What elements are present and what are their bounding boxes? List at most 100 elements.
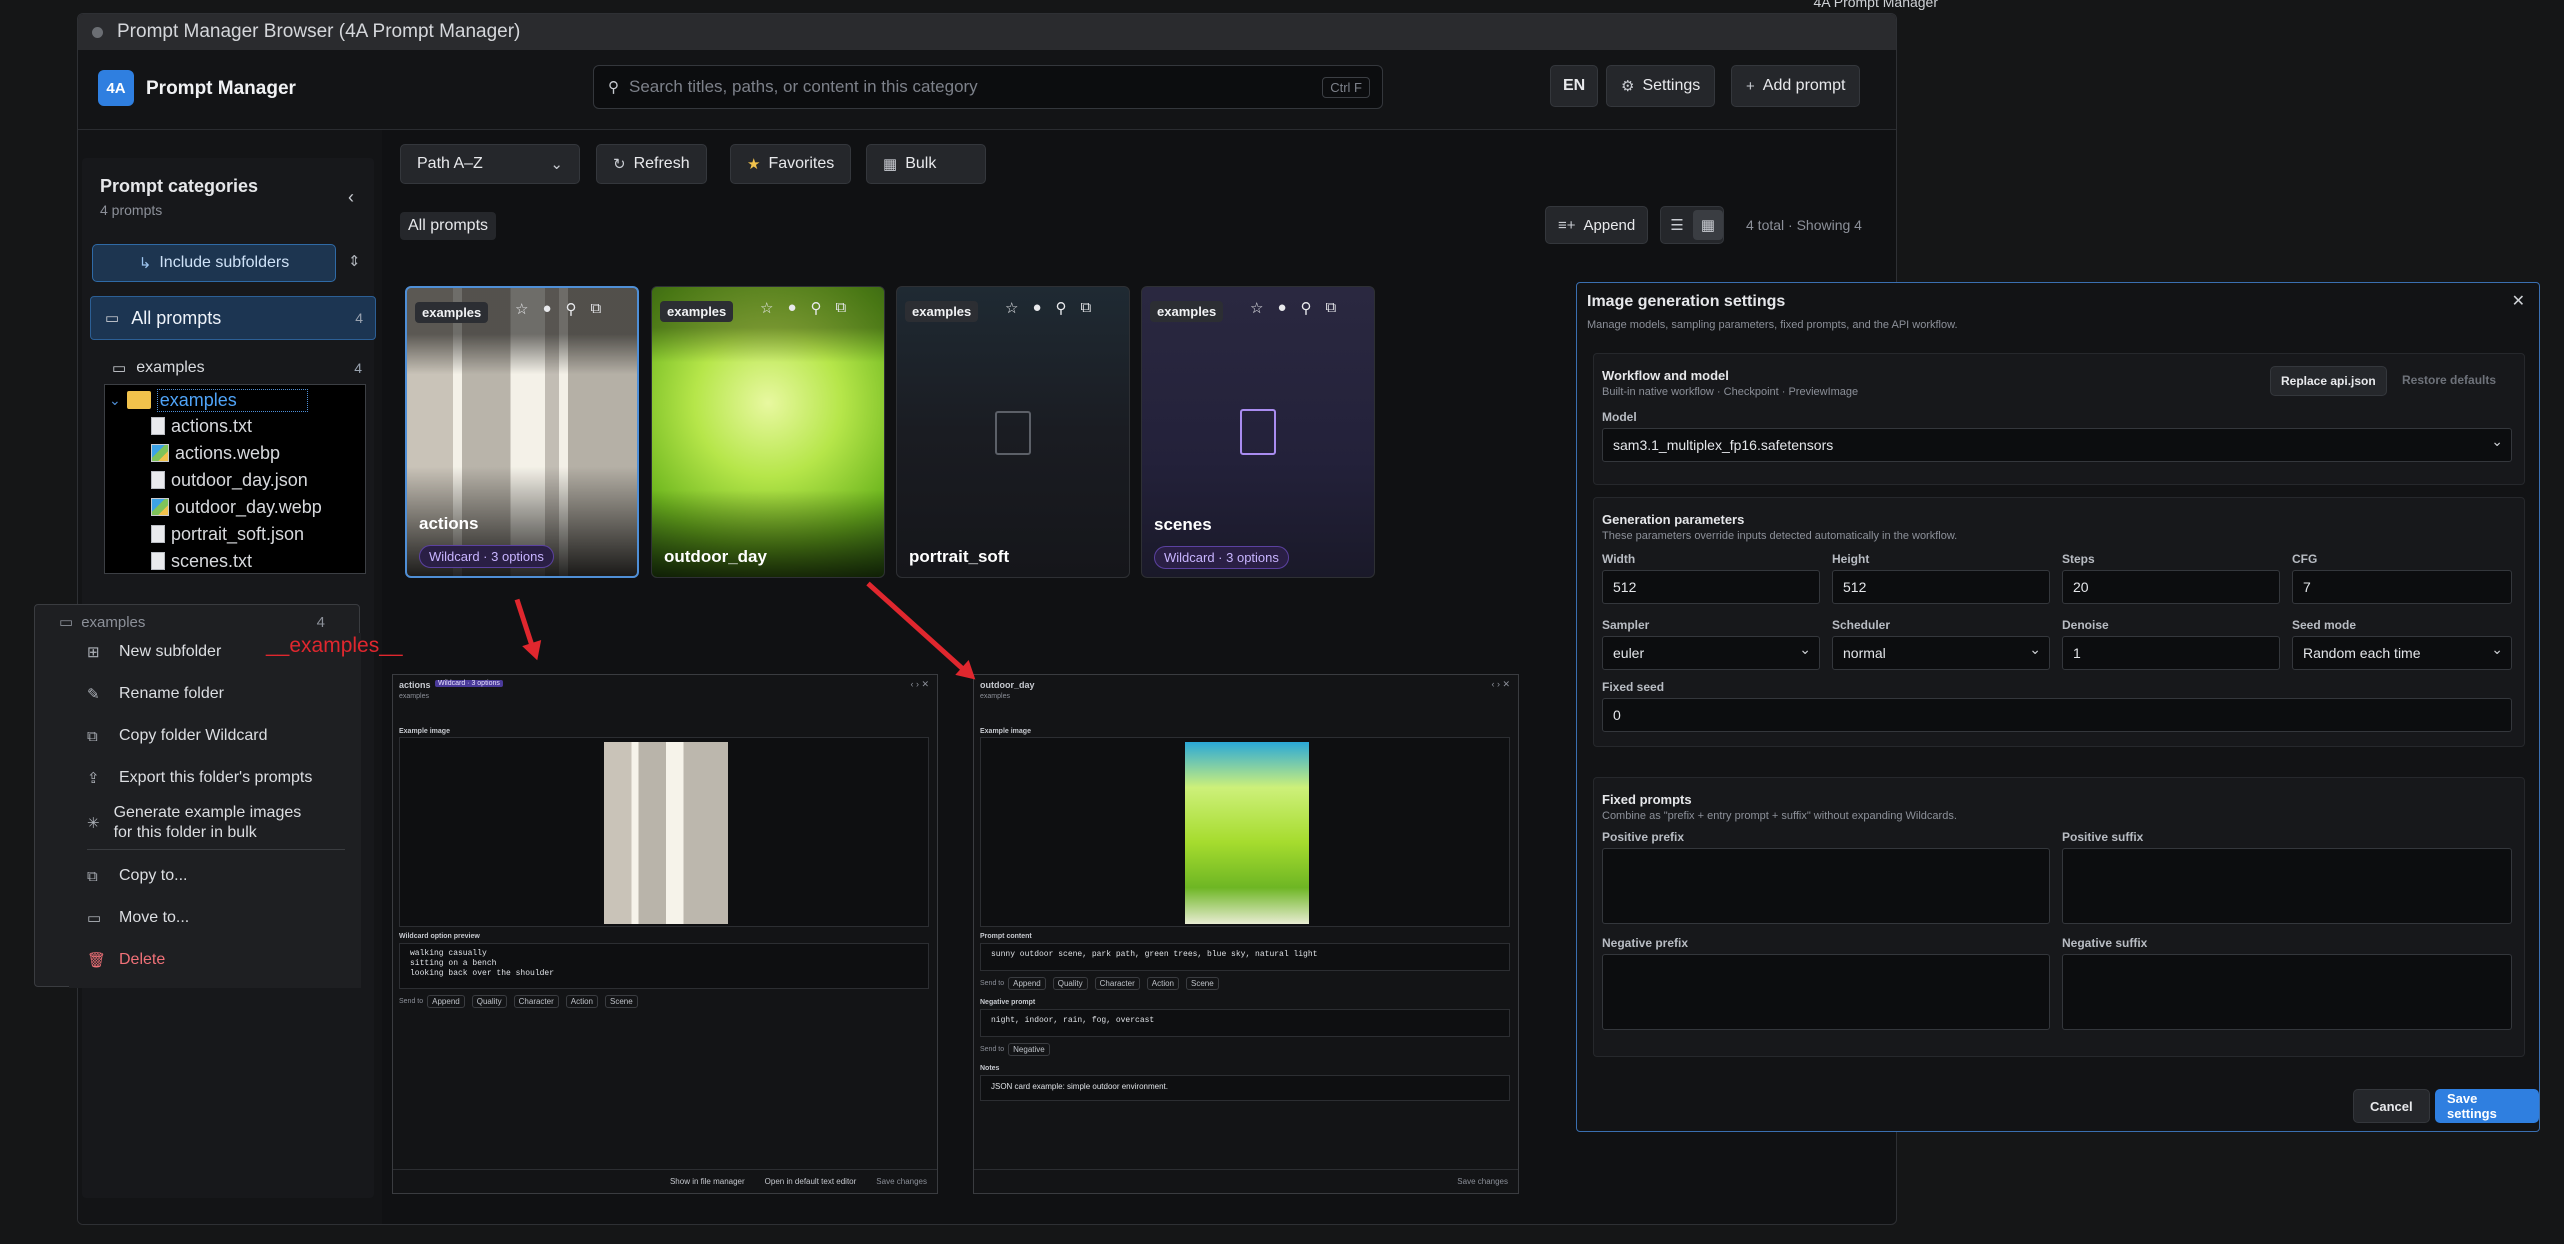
height-label: Height	[1832, 552, 1870, 566]
tree-file[interactable]: outdoor_day.json	[151, 467, 308, 493]
include-subfolders-button[interactable]: ↳ Include subfolders	[92, 244, 336, 282]
favorite-star-icon[interactable]: ☆	[1250, 299, 1263, 317]
character-chip[interactable]: Character	[513, 995, 559, 1008]
action-icon[interactable]: ⚲	[811, 299, 822, 317]
scheduler-select[interactable]: normal	[1832, 636, 2050, 670]
menu-delete[interactable]: 🗑 Delete	[87, 951, 165, 969]
scene-chip[interactable]: Scene	[1186, 977, 1219, 990]
steps-input[interactable]: 20	[2062, 570, 2280, 604]
show-in-file-manager-button[interactable]: Show in file manager	[670, 1177, 745, 1186]
action-chip[interactable]: Action	[565, 995, 598, 1008]
character-chip[interactable]: Character	[1094, 977, 1140, 990]
quality-chip[interactable]: Quality	[471, 995, 507, 1008]
tree-file[interactable]: outdoor_day.webp	[151, 494, 322, 520]
card-actions: ☆ ● ⚲ ⧉	[760, 299, 846, 317]
detail-window-controls[interactable]: ‹ › ✕	[1491, 679, 1510, 690]
prompt-card-portrait-soft[interactable]: examples ☆ ● ⚲ ⧉ portrait_soft	[896, 286, 1130, 578]
quality-chip[interactable]: Quality	[1052, 977, 1088, 990]
window-dot-icon[interactable]	[92, 26, 103, 38]
action-icon[interactable]: ⚲	[1301, 299, 1312, 317]
cancel-button[interactable]: Cancel	[2353, 1089, 2430, 1123]
prompt-card-actions[interactable]: examples ☆ ● ⚲ ⧉ actions Wildcard · 3 optio…	[405, 286, 639, 578]
sort-select[interactable]: Path A–Z ⌄	[400, 144, 580, 184]
menu-move-to[interactable]: ▭ Move to...	[87, 909, 189, 927]
breadcrumb[interactable]: All prompts	[400, 212, 497, 240]
character-icon[interactable]: ●	[787, 299, 796, 317]
title-bar[interactable]: Prompt Manager Browser (4A Prompt Manage…	[78, 14, 1896, 50]
card-actions: ☆ ● ⚲ ⧉	[1005, 299, 1091, 317]
sort-toggle-icon[interactable]: ⇕	[348, 252, 361, 270]
refresh-button[interactable]: ↻ Refresh	[596, 144, 707, 184]
copy-icon[interactable]: ⧉	[591, 300, 602, 318]
append-chip[interactable]: Append	[427, 995, 465, 1008]
menu-new-subfolder[interactable]: ⊞ New subfolder	[87, 643, 221, 661]
replace-api-button[interactable]: Replace api.json	[2270, 366, 2387, 396]
negative-chip[interactable]: Negative	[1008, 1043, 1050, 1056]
favorite-star-icon[interactable]: ☆	[1005, 299, 1018, 317]
copy-icon[interactable]: ⧉	[1081, 299, 1092, 317]
open-text-editor-button[interactable]: Open in default text editor	[765, 1177, 857, 1186]
action-chip[interactable]: Action	[1146, 977, 1179, 990]
sidebar-item-all-prompts[interactable]: ▭ All prompts 4	[90, 296, 376, 340]
cfg-input[interactable]: 7	[2292, 570, 2512, 604]
scene-chip[interactable]: Scene	[605, 995, 638, 1008]
prompt-content-box[interactable]: sunny outdoor scene, park path, green tr…	[980, 943, 1510, 971]
positive-suffix-textarea[interactable]	[2062, 848, 2512, 924]
close-icon[interactable]: ✕	[2512, 291, 2525, 311]
favorites-button[interactable]: ★ Favorites	[730, 144, 852, 184]
tree-folder-examples[interactable]: ⌄ examples	[109, 387, 308, 413]
tree-file[interactable]: actions.txt	[151, 413, 252, 439]
action-icon[interactable]: ⚲	[1056, 299, 1067, 317]
seed-mode-select[interactable]: Random each time	[2292, 636, 2512, 670]
wildcard-options-box[interactable]: walking casually sitting on a bench look…	[399, 943, 929, 989]
save-settings-button[interactable]: Save settings	[2435, 1089, 2539, 1123]
prompt-card-outdoor-day[interactable]: examples ☆ ● ⚲ ⧉ outdoor_day	[651, 286, 885, 578]
notes-box[interactable]: JSON card example: simple outdoor enviro…	[980, 1075, 1510, 1101]
collapse-chevron-icon[interactable]: ‹	[348, 188, 354, 206]
prompt-card-scenes[interactable]: examples ☆ ● ⚲ ⧉ scenes Wildcard · 3 option…	[1141, 286, 1375, 578]
denoise-input[interactable]: 1	[2062, 636, 2280, 670]
settings-button[interactable]: ⚙ Settings	[1606, 65, 1716, 107]
fixed-seed-input[interactable]: 0	[1602, 698, 2512, 732]
append-button[interactable]: ≡+ Append	[1545, 206, 1649, 244]
menu-copy-wildcard[interactable]: ⧉ Copy folder Wildcard	[87, 727, 268, 745]
language-button[interactable]: EN	[1550, 65, 1599, 107]
tree-file[interactable]: portrait_soft.json	[151, 521, 304, 547]
expand-chevron-icon[interactable]: ⌄	[109, 392, 121, 409]
favorite-star-icon[interactable]: ☆	[515, 300, 528, 318]
tree-file[interactable]: scenes.txt	[151, 548, 252, 574]
example-image	[604, 742, 728, 924]
width-input[interactable]: 512	[1602, 570, 1820, 604]
sidebar-item-examples[interactable]: ▭ examples 4	[112, 350, 374, 386]
copy-icon[interactable]: ⧉	[836, 299, 847, 317]
save-changes-button[interactable]: Save changes	[876, 1177, 927, 1186]
text-file-icon	[151, 552, 165, 570]
negative-suffix-textarea[interactable]	[2062, 954, 2512, 1030]
append-chip[interactable]: Append	[1008, 977, 1046, 990]
negative-prompt-box[interactable]: night, indoor, rain, fog, overcast	[980, 1009, 1510, 1037]
positive-prefix-textarea[interactable]	[1602, 848, 2050, 924]
action-icon[interactable]: ⚲	[566, 300, 577, 318]
sampler-select[interactable]: euler	[1602, 636, 1820, 670]
menu-rename-folder[interactable]: ✎ Rename folder	[87, 685, 224, 703]
character-icon[interactable]: ●	[1277, 299, 1286, 317]
list-view-icon[interactable]: ☰	[1661, 218, 1693, 233]
detail-window-controls[interactable]: ‹ › ✕	[910, 679, 929, 690]
save-changes-button[interactable]: Save changes	[1457, 1177, 1508, 1186]
character-icon[interactable]: ●	[542, 300, 551, 318]
bulk-button[interactable]: ▦ Bulk	[866, 144, 986, 184]
height-input[interactable]: 512	[1832, 570, 2050, 604]
model-select[interactable]: sam3.1_multiplex_fp16.safetensors	[1602, 428, 2512, 462]
menu-export-prompts[interactable]: ⇪ Export this folder's prompts	[87, 769, 312, 787]
tree-file[interactable]: actions.webp	[151, 440, 280, 466]
grid-view-icon[interactable]: ▦	[1693, 210, 1723, 240]
add-prompt-button[interactable]: + Add prompt	[1731, 65, 1861, 107]
character-icon[interactable]: ●	[1032, 299, 1041, 317]
negative-prefix-textarea[interactable]	[1602, 954, 2050, 1030]
menu-generate-images[interactable]: ✳ Generate example images for this folder…	[87, 803, 317, 843]
search-input[interactable]: ⚲ Search titles, paths, or content in th…	[593, 65, 1383, 109]
menu-copy-to[interactable]: ⧉ Copy to...	[87, 867, 187, 885]
copy-icon[interactable]: ⧉	[1326, 299, 1337, 317]
favorite-star-icon[interactable]: ☆	[760, 299, 773, 317]
restore-defaults-button[interactable]: Restore defaults	[2402, 373, 2496, 387]
